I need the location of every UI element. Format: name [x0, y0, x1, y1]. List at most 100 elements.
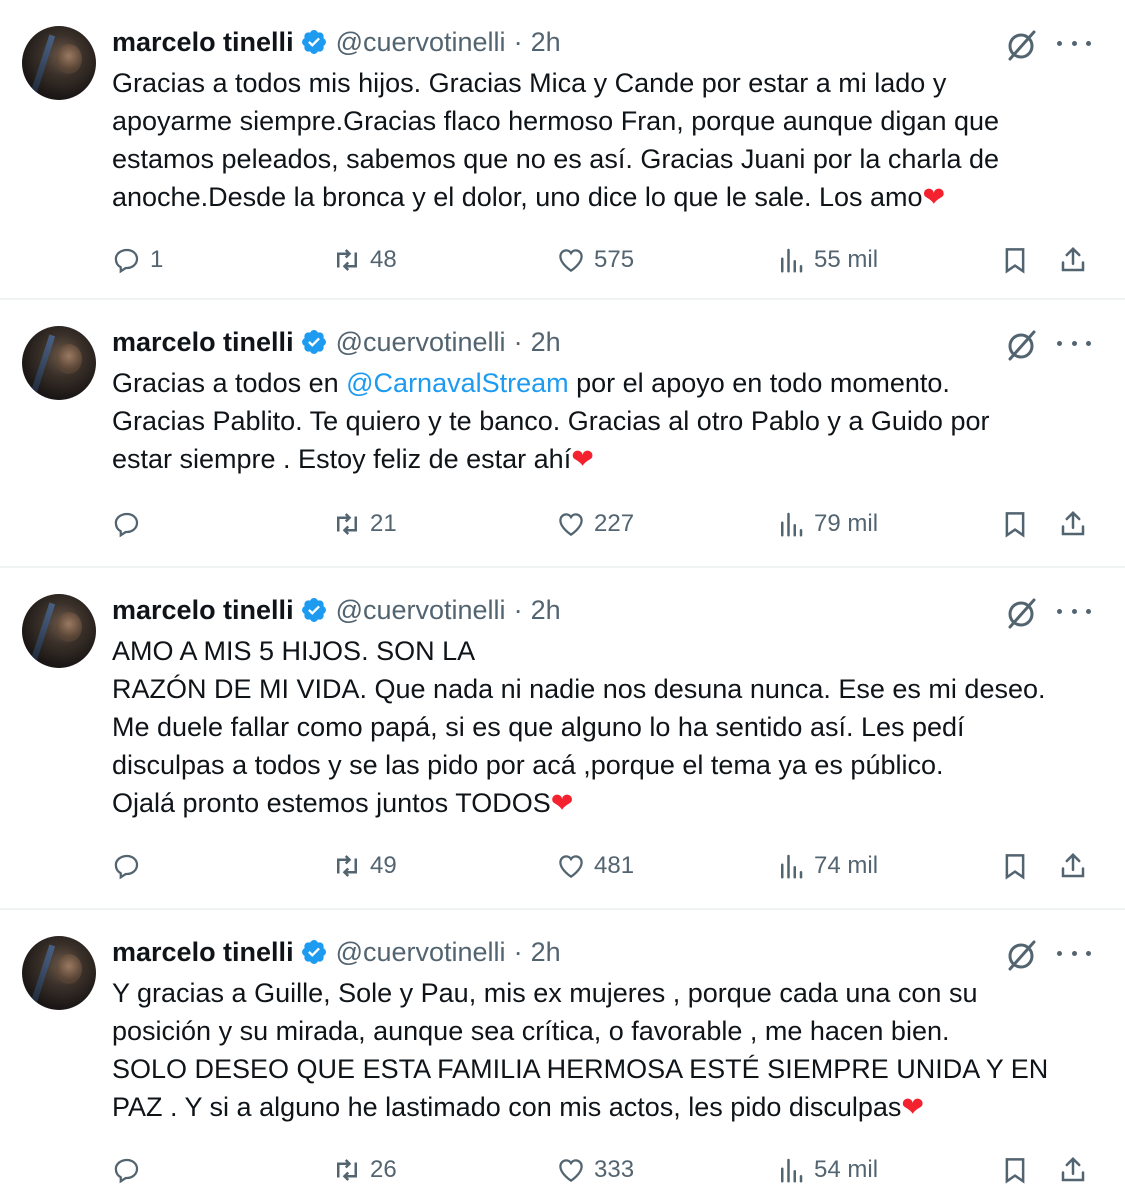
bookmark-button[interactable]	[1000, 846, 1030, 886]
share-button[interactable]	[1058, 1150, 1088, 1190]
text-segment: Gracias a todos mis hijos. Gracias Mica …	[112, 68, 947, 98]
grok-icon[interactable]	[1004, 28, 1038, 62]
tweet[interactable]: marcelo tinelli @cuervotinelli · 2h AMO …	[0, 568, 1125, 908]
avatar[interactable]	[22, 936, 96, 1010]
share-button[interactable]	[1058, 240, 1088, 280]
share-button[interactable]	[1058, 846, 1088, 886]
reply-icon	[114, 512, 139, 538]
tweet[interactable]: marcelo tinelli @cuervotinelli · 2h Y gr…	[0, 910, 1125, 1200]
author-name[interactable]: marcelo tinelli	[112, 327, 294, 358]
like-button[interactable]: 481	[556, 846, 634, 886]
more-icon[interactable]	[1057, 28, 1091, 58]
avatar[interactable]	[22, 326, 96, 400]
tweet-text-line: anoche.Desde la bronca y el dolor, uno d…	[112, 178, 1102, 216]
views-icon	[781, 1158, 803, 1183]
views-icon	[781, 512, 803, 537]
author-handle[interactable]: @cuervotinelli	[336, 937, 506, 968]
author-name[interactable]: marcelo tinelli	[112, 937, 294, 968]
bookmark-button[interactable]	[1000, 504, 1030, 544]
views-button[interactable]: 74 mil	[776, 846, 878, 886]
like-count: 575	[594, 246, 635, 273]
red-heart-emoji: ❤	[550, 788, 574, 818]
tweet-text-line: AMO A MIS 5 HIJOS. SON LA	[112, 632, 1102, 670]
author-name[interactable]: marcelo tinelli	[112, 27, 294, 58]
separator-dot: ·	[513, 594, 523, 625]
author-name[interactable]: marcelo tinelli	[112, 595, 294, 626]
verified-badge-icon	[301, 940, 326, 964]
share-icon	[1061, 852, 1085, 878]
tweet-header: marcelo tinelli @cuervotinelli · 2h	[112, 24, 561, 60]
reply-icon	[114, 854, 139, 880]
tweet-text: Y gracias a Guille, Sole y Pau, mis ex m…	[112, 974, 1102, 1126]
avatar[interactable]	[22, 26, 96, 100]
tweet-text: AMO A MIS 5 HIJOS. SON LA RAZÓN DE MI VID…	[112, 632, 1102, 822]
like-button[interactable]: 333	[556, 1150, 634, 1190]
views-button[interactable]: 79 mil	[776, 504, 878, 544]
reply-button[interactable]	[112, 1150, 150, 1190]
retweet-button[interactable]: 21	[332, 504, 397, 544]
share-icon	[1061, 1156, 1085, 1182]
reply-icon	[114, 248, 139, 274]
share-button[interactable]	[1058, 504, 1088, 544]
reply-button[interactable]: 1	[112, 240, 163, 280]
tweet-text-line: Gracias a todos mis hijos. Gracias Mica …	[112, 64, 1102, 102]
retweet-count: 48	[370, 246, 397, 273]
grok-icon[interactable]	[1004, 328, 1038, 362]
tweet-time[interactable]: 2h	[531, 327, 561, 358]
tweet-text-line: SOLO DESEO QUE ESTA FAMILIA HERMOSA ESTÉ…	[112, 1050, 1102, 1088]
retweet-icon	[337, 513, 357, 535]
text-segment: Y gracias a Guille, Sole y Pau, mis ex m…	[112, 978, 978, 1008]
like-count: 481	[594, 852, 635, 879]
tweet-text-line: posición y su mirada, aunque sea crítica…	[112, 1012, 1102, 1050]
reply-button[interactable]	[112, 504, 150, 544]
red-heart-emoji: ❤	[901, 1092, 925, 1122]
retweet-button[interactable]: 48	[332, 240, 397, 280]
verified-badge-icon	[301, 30, 326, 54]
tweet-time[interactable]: 2h	[531, 937, 561, 968]
tweet-time[interactable]: 2h	[531, 27, 561, 58]
heart-icon	[559, 855, 583, 878]
tweet-text-line: RAZÓN DE MI VIDA. Que nada ni nadie nos …	[112, 670, 1102, 708]
retweet-count: 49	[370, 852, 397, 879]
text-segment: anoche.Desde la bronca y el dolor, uno d…	[112, 182, 923, 212]
mention-link[interactable]: @CarnavalStream	[346, 368, 569, 398]
text-segment: disculpas a todos y se las pido por acá …	[112, 750, 944, 780]
more-icon[interactable]	[1057, 328, 1091, 358]
share-icon	[1061, 510, 1085, 536]
tweet-text-line: apoyarme siempre.Gracias flaco hermoso F…	[112, 102, 1102, 140]
text-segment: posición y su mirada, aunque sea crítica…	[112, 1016, 950, 1046]
text-segment: Gracias a todos en	[112, 368, 347, 398]
like-count: 227	[594, 510, 635, 537]
more-icon[interactable]	[1057, 596, 1091, 626]
author-handle[interactable]: @cuervotinelli	[336, 595, 506, 626]
separator-dot: ·	[513, 26, 523, 57]
separator-dot: ·	[513, 936, 523, 967]
view-count: 79 mil	[814, 510, 879, 537]
retweet-button[interactable]: 26	[332, 1150, 397, 1190]
grok-icon[interactable]	[1004, 938, 1038, 972]
views-button[interactable]: 54 mil	[776, 1150, 878, 1190]
text-segment: RAZÓN DE MI VIDA. Que nada ni nadie nos …	[112, 674, 1046, 704]
tweet-text-line: Gracias Pablito. Te quiero y te banco. G…	[112, 402, 1102, 440]
author-handle[interactable]: @cuervotinelli	[336, 327, 506, 358]
more-icon[interactable]	[1057, 938, 1091, 968]
like-button[interactable]: 575	[556, 240, 634, 280]
bookmark-button[interactable]	[1000, 240, 1030, 280]
reply-button[interactable]	[112, 846, 150, 886]
view-count: 74 mil	[814, 852, 879, 879]
retweet-icon	[337, 1159, 357, 1181]
avatar[interactable]	[22, 594, 96, 668]
tweet-time[interactable]: 2h	[531, 595, 561, 626]
bookmark-button[interactable]	[1000, 1150, 1030, 1190]
tweet[interactable]: marcelo tinelli @cuervotinelli · 2h Grac…	[0, 0, 1125, 298]
grok-icon[interactable]	[1004, 596, 1038, 630]
retweet-button[interactable]: 49	[332, 846, 397, 886]
like-button[interactable]: 227	[556, 504, 634, 544]
author-handle[interactable]: @cuervotinelli	[336, 27, 506, 58]
tweet-header: marcelo tinelli @cuervotinelli · 2h	[112, 592, 561, 628]
tweet[interactable]: marcelo tinelli @cuervotinelli · 2h Grac…	[0, 300, 1125, 566]
tweet-text-line: Y gracias a Guille, Sole y Pau, mis ex m…	[112, 974, 1102, 1012]
like-count: 333	[594, 1156, 635, 1183]
share-icon	[1061, 246, 1085, 272]
views-button[interactable]: 55 mil	[776, 240, 878, 280]
